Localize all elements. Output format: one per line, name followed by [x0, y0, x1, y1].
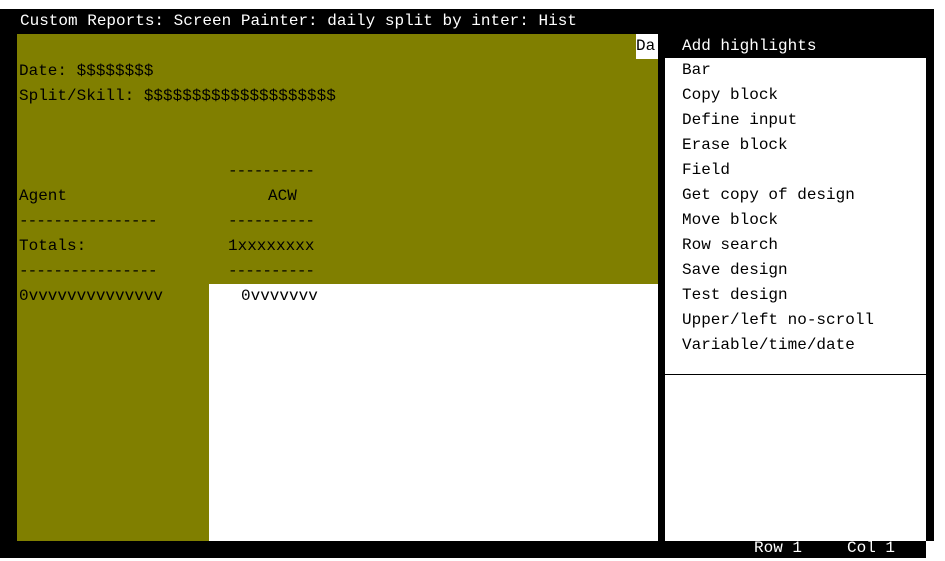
header-rule-right: ----------: [228, 162, 315, 180]
menu-item-variable-time-date[interactable]: Variable/time/date: [664, 333, 926, 358]
menu-item-test-design[interactable]: Test design: [664, 283, 926, 308]
totals-rule-acw: ----------: [228, 262, 315, 280]
acw-data-field[interactable]: 0vvvvvvv: [241, 284, 318, 309]
truncated-date-label: Da: [636, 34, 658, 59]
menu-item-upper-left-no-scroll[interactable]: Upper/left no-scroll: [664, 308, 926, 333]
header-rule-acw: ----------: [228, 212, 315, 230]
totals-rule-left: ----------------: [19, 262, 158, 280]
acw-column-header: ACW: [268, 187, 297, 205]
top-margin: [0, 0, 945, 9]
split-skill-field[interactable]: Split/Skill: $$$$$$$$$$$$$$$$$$$$: [19, 84, 336, 109]
window-title: Custom Reports: Screen Painter: daily sp…: [17, 9, 926, 34]
terminal-screen: Custom Reports: Screen Painter: daily sp…: [0, 0, 945, 558]
cursor-col-indicator: Col 1: [847, 539, 896, 557]
menu-item-move-block[interactable]: Move block: [664, 208, 926, 233]
menu-bottom-edge: [664, 374, 926, 375]
header-rule-left: ----------------: [19, 212, 158, 230]
agent-column-area[interactable]: [17, 284, 209, 541]
status-bar: Row 1 Col 1: [17, 539, 926, 558]
menu-item-save-design[interactable]: Save design: [664, 258, 926, 283]
agent-data-field[interactable]: 0vvvvvvvvvvvvvv: [19, 284, 163, 309]
date-field[interactable]: Date: $$$$$$$$: [19, 59, 153, 84]
totals-label: Totals:: [19, 237, 87, 255]
agent-column-header: Agent: [19, 187, 68, 205]
cursor-row-indicator: Row 1: [754, 539, 803, 557]
menu-item-copy-block[interactable]: Copy block: [664, 83, 926, 108]
menu-item-get-copy-of-design[interactable]: Get copy of design: [664, 183, 926, 208]
menu-item-add-highlights[interactable]: Add highlights: [664, 34, 926, 58]
action-menu: Bar Copy block Define input Erase block …: [664, 58, 926, 541]
menu-item-define-input[interactable]: Define input: [664, 108, 926, 133]
menu-item-erase-block[interactable]: Erase block: [664, 133, 926, 158]
right-border: [926, 9, 934, 541]
menu-item-field[interactable]: Field: [664, 158, 926, 183]
totals-value-field[interactable]: 1xxxxxxxx: [228, 234, 314, 259]
right-margin: [934, 9, 945, 558]
menu-item-bar[interactable]: Bar: [664, 58, 926, 83]
design-canvas[interactable]: [209, 284, 663, 541]
left-border: [0, 9, 17, 558]
menu-item-row-search[interactable]: Row search: [664, 233, 926, 258]
